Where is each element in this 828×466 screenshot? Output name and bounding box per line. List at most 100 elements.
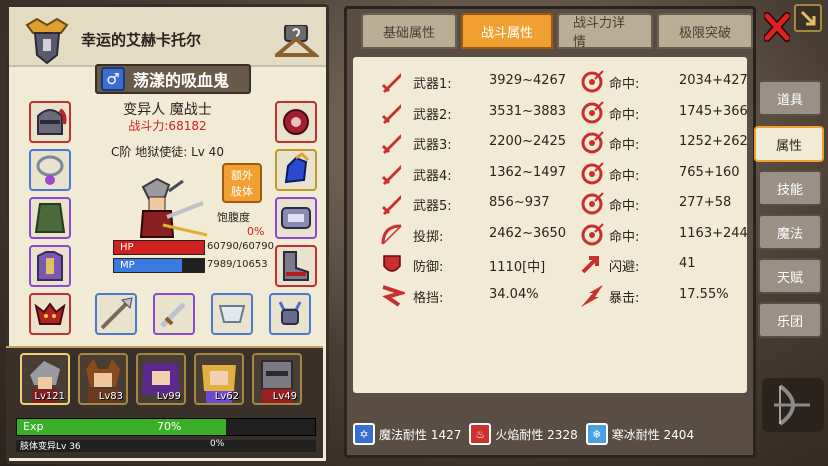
armor-icon [37, 251, 63, 281]
character-title: 荡漾的吸血鬼 [133, 71, 230, 90]
pants-icon [218, 305, 246, 323]
equip-slot-ring[interactable] [275, 101, 317, 143]
extra-limb-button[interactable]: 额外 肢体 [222, 163, 262, 203]
equip-slot-cape[interactable] [29, 197, 71, 239]
equip-slot-boots[interactable] [275, 245, 317, 287]
mp-value: 7989/10653 [207, 259, 268, 270]
stat-label: 命中: [609, 138, 640, 153]
close-icon[interactable] [764, 12, 790, 42]
exp-area: Exp 70% 肢体变异Lv 36 0% [6, 410, 323, 458]
gloves-icon [284, 152, 310, 184]
stat-row: 命中: 2034+427 [353, 67, 748, 97]
stat-label: 命中: [609, 168, 640, 184]
equip-slot-helmet[interactable] [29, 101, 71, 143]
party-member-1[interactable]: Lv121 [20, 353, 70, 405]
stat-label: 命中: [609, 77, 640, 92]
side-nav-items[interactable]: 道具 [758, 80, 822, 116]
exp-label: Exp [23, 420, 44, 433]
party-roster: Lv121 Lv83 Lv99 Lv62 Lv49 [6, 346, 323, 410]
sword-icon [160, 302, 186, 328]
equip-slot-gloves[interactable] [275, 149, 317, 191]
satiety-value: 0% [247, 225, 265, 238]
tab-combat-attributes[interactable]: 战斗属性 [461, 13, 553, 49]
equip-slot-pants[interactable] [211, 293, 253, 335]
rune-ring-icon [283, 109, 309, 135]
demon-pet-icon [34, 302, 66, 325]
resist-fire-label: 火焰耐性 2328 [495, 427, 578, 442]
wardrobe-hanger-icon[interactable] [275, 25, 319, 63]
limb-mutation-percent: 0% [210, 439, 225, 449]
limb-mutation-label: 肢体变异Lv 36 [20, 442, 81, 452]
side-nav-band[interactable]: 乐团 [758, 302, 822, 338]
side-nav-talents[interactable]: 天赋 [758, 258, 822, 294]
satiety-label: 饱腹度 [217, 211, 250, 224]
stat-label: 闪避: [609, 260, 640, 275]
minimize-button[interactable] [794, 4, 822, 32]
combat-stats-list: 武器1: 3929~4267 武器2: 3531~3883 武器3: 2200~2425 武… [353, 57, 748, 393]
equip-slot-necklace[interactable] [29, 149, 71, 191]
party-level-1: Lv121 [34, 391, 65, 402]
party-member-2[interactable]: Lv83 [78, 353, 128, 405]
equip-slot-armor[interactable] [29, 245, 71, 287]
equip-slot-belt[interactable] [275, 197, 317, 239]
character-header: 幸运的艾赫卡托尔 [9, 7, 326, 67]
stat-label: 命中: [609, 229, 640, 245]
character-sprite [139, 177, 208, 238]
bow-icon [774, 384, 810, 426]
party-member-3[interactable]: Lv99 [136, 353, 186, 405]
gender-icon: ♂ [101, 67, 125, 91]
stat-value: 41 [679, 256, 696, 271]
stat-row: 命中: 1745+366 [353, 98, 748, 128]
guild-emblem-icon [25, 17, 69, 65]
stat-value: 277+58 [679, 195, 732, 210]
target-icon [581, 100, 604, 123]
dodge-icon [581, 256, 599, 274]
equip-slot-weapon-2[interactable] [153, 293, 195, 335]
tab-combat-power-details[interactable]: 战斗力详情 [557, 13, 653, 50]
party-member-4[interactable]: Lv62 [194, 353, 244, 405]
player-name: 幸运的艾赫卡托尔 [81, 31, 202, 49]
necklace-icon [36, 155, 64, 185]
equip-slot-accessory[interactable] [269, 293, 311, 335]
party-level-5: Lv49 [272, 391, 297, 402]
tab-limit-break[interactable]: 极限突破 [657, 13, 753, 49]
limb-mutation-bar: 肢体变异Lv 36 0% [16, 439, 316, 452]
tab-basic-attributes[interactable]: 基础属性 [361, 13, 457, 49]
resist-ice-label: 寒冰耐性 2404 [611, 427, 695, 442]
target-icon [581, 222, 604, 245]
stat-row: 命中: 1163+244 [353, 220, 748, 250]
resist-magic-label: 魔法耐性 1427 [379, 427, 462, 442]
spear-icon [100, 297, 133, 330]
cape-icon [34, 203, 66, 233]
party-member-5[interactable]: Lv49 [252, 353, 302, 405]
side-nav-skills[interactable]: 技能 [758, 170, 822, 206]
mp-label: MP [120, 260, 135, 271]
stat-value: 765+160 [679, 164, 740, 180]
fire-resist-icon: ♨ [469, 423, 492, 445]
side-nav-attributes[interactable]: 属性 [754, 126, 824, 162]
stat-row: 命中: 765+160 [353, 159, 747, 189]
crit-icon [581, 284, 603, 307]
boots-icon [283, 251, 309, 281]
equip-slot-pet[interactable] [29, 293, 71, 335]
party-level-3: Lv99 [156, 391, 181, 402]
stat-label: 命中: [609, 107, 640, 123]
belt-icon [281, 207, 311, 229]
attribute-panel: 基础属性 战斗属性 战斗力详情 极限突破 武器1: 3929~4267 武器2: 35… [344, 6, 756, 458]
target-icon [581, 161, 604, 184]
stat-label: 暴击: [609, 290, 640, 306]
stat-row: 闪避: 41 [353, 250, 747, 280]
side-nav-magic[interactable]: 魔法 [758, 214, 822, 250]
stat-row: 命中: 1252+262 [353, 128, 748, 158]
helmet-icon [37, 108, 67, 135]
mp-bar: MP [113, 258, 205, 273]
equip-slot-weapon-1[interactable] [95, 293, 137, 335]
ranged-attack-button[interactable] [762, 378, 824, 432]
target-icon [581, 131, 604, 154]
stat-value: 1252+262 [679, 134, 748, 149]
exp-bar: Exp 70% [16, 418, 316, 436]
hp-bar: HP [113, 240, 205, 255]
attribute-tabs: 基础属性 战斗属性 战斗力详情 极限突破 [361, 13, 753, 51]
target-icon [581, 192, 604, 215]
horned-mask-icon [278, 301, 302, 325]
